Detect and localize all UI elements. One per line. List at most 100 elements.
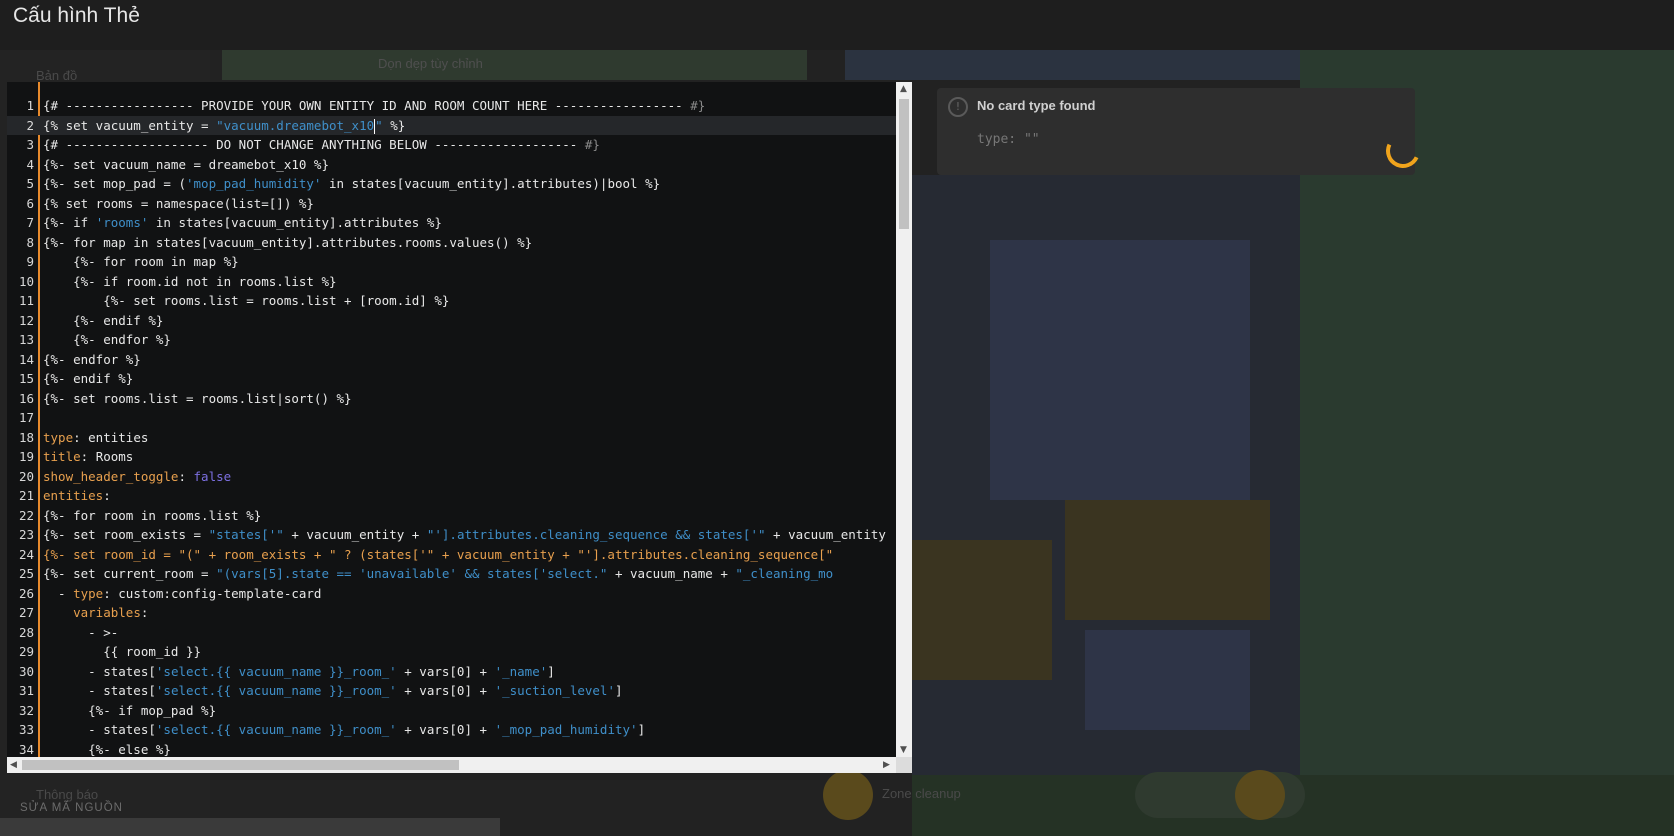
vertical-scroll-thumb[interactable] bbox=[899, 99, 909, 229]
scroll-down-icon[interactable]: ▼ bbox=[900, 745, 907, 755]
code-text[interactable]: {# ----------------- PROVIDE YOUR OWN EN… bbox=[43, 96, 705, 116]
code-text[interactable]: {%- set rooms.list = rooms.list|sort() %… bbox=[43, 389, 352, 409]
code-line[interactable]: 15 {%- endif %} bbox=[7, 369, 896, 389]
code-line[interactable]: 2 {% set vacuum_entity = "vacuum.dreamebo… bbox=[7, 115, 896, 136]
code-token: {%- for room in map %} bbox=[43, 254, 239, 269]
code-text[interactable]: {%- set current_room = "(vars[5].state =… bbox=[43, 564, 833, 584]
code-token: + vacuum_entity + bbox=[283, 527, 427, 542]
code-line[interactable]: 33 - states['select.{{ vacuum_name }}_ro… bbox=[7, 720, 896, 740]
code-token: - bbox=[43, 585, 74, 601]
code-text[interactable]: - states['select.{{ vacuum_name }}_room_… bbox=[43, 681, 623, 701]
code-editor[interactable]: 1 {# ----------------- PROVIDE YOUR OWN E… bbox=[7, 82, 912, 773]
code-text[interactable]: {{ room_id }} bbox=[43, 642, 201, 662]
code-token: {% set vacuum_entity = bbox=[43, 117, 217, 133]
code-line[interactable]: 6 {% set rooms = namespace(list=[]) %} bbox=[7, 194, 896, 214]
code-token: '_mop_pad_humidity' bbox=[494, 722, 638, 737]
code-line[interactable]: 25 {%- set current_room = "(vars[5].state… bbox=[7, 564, 896, 584]
code-text[interactable]: {%- set room_exists = "states['" + vacuu… bbox=[43, 525, 886, 545]
code-text[interactable]: {%- set rooms.list = rooms.list + [room.… bbox=[43, 291, 449, 311]
code-text[interactable]: {%- for room in rooms.list %} bbox=[43, 506, 261, 526]
code-text[interactable]: variables: bbox=[43, 603, 148, 623]
code-line[interactable]: 21 entities: bbox=[7, 486, 896, 506]
code-text[interactable]: {%- endif %} bbox=[43, 369, 133, 389]
scroll-right-icon[interactable]: ▶ bbox=[883, 760, 890, 770]
code-text[interactable]: - type: custom:config-template-card bbox=[43, 584, 321, 604]
code-line[interactable]: 12 {%- endif %} bbox=[7, 311, 896, 331]
code-line[interactable]: 29 {{ room_id }} bbox=[7, 642, 896, 662]
edit-source-button[interactable]: SỬA MÃ NGUỒN bbox=[20, 802, 123, 814]
code-token: {%- if bbox=[43, 215, 96, 230]
code-token: variables bbox=[73, 605, 141, 620]
code-text[interactable]: {# ------------------- DO NOT CHANGE ANY… bbox=[43, 135, 600, 155]
code-text[interactable]: {%- endfor %} bbox=[43, 330, 171, 350]
code-text[interactable]: type: entities bbox=[43, 428, 148, 448]
code-line[interactable]: 14 {%- endfor %} bbox=[7, 350, 896, 370]
code-line[interactable]: 1 {# ----------------- PROVIDE YOUR OWN E… bbox=[7, 96, 896, 116]
code-line[interactable]: 5 {%- set mop_pad = ('mop_pad_humidity' i… bbox=[7, 174, 896, 194]
code-token: {%- endif %} bbox=[43, 371, 134, 386]
code-line[interactable]: 3 {# ------------------- DO NOT CHANGE AN… bbox=[7, 135, 896, 155]
code-line[interactable]: 8 {%- for map in states[vacuum_entity].at… bbox=[7, 233, 896, 253]
code-line[interactable]: 23 {%- set room_exists = "states['" + vac… bbox=[7, 525, 896, 545]
code-line[interactable]: 10 {%- if room.id not in rooms.list %} bbox=[7, 272, 896, 292]
code-text[interactable]: - states['select.{{ vacuum_name }}_room_… bbox=[43, 662, 555, 682]
code-line[interactable]: 28 - >- bbox=[7, 623, 896, 643]
code-line[interactable]: 32 {%- if mop_pad %} bbox=[7, 701, 896, 721]
code-token: 'rooms' bbox=[95, 215, 149, 230]
code-text[interactable]: title: Rooms bbox=[43, 447, 133, 467]
code-text[interactable]: {%- if 'rooms' in states[vacuum_entity].… bbox=[43, 213, 442, 233]
code-line[interactable]: 9 {%- for room in map %} bbox=[7, 252, 896, 272]
code-text[interactable]: show_header_toggle: false bbox=[43, 467, 231, 487]
code-token: ] bbox=[614, 683, 623, 698]
code-line[interactable]: 19 title: Rooms bbox=[7, 447, 896, 467]
code-text[interactable]: {%- if mop_pad %} bbox=[43, 701, 216, 721]
code-line[interactable]: 26 - type: custom:config-template-card bbox=[7, 584, 896, 604]
dialog-header: Cấu hình Thẻ bbox=[0, 0, 1674, 50]
code-token: '_name' bbox=[494, 663, 548, 679]
code-text[interactable]: {%- set mop_pad = ('mop_pad_humidity' in… bbox=[43, 174, 660, 194]
code-text[interactable]: {%- else %} bbox=[43, 740, 171, 758]
code-text[interactable]: {%- endfor %} bbox=[43, 350, 141, 370]
code-token: {{ room_id }} bbox=[43, 644, 202, 659]
code-token: ] bbox=[547, 663, 555, 679]
code-line[interactable]: 18 type: entities bbox=[7, 428, 896, 448]
scroll-left-icon[interactable]: ◀ bbox=[10, 760, 17, 770]
code-line[interactable]: 20 show_header_toggle: false bbox=[7, 467, 896, 487]
code-token: {% set rooms = namespace(list=[]) %} bbox=[43, 195, 314, 211]
code-text[interactable]: - >- bbox=[43, 623, 118, 643]
code-line[interactable]: 22 {%- for room in rooms.list %} bbox=[7, 506, 896, 526]
code-token: "states['" bbox=[208, 527, 284, 542]
code-line[interactable]: 34 {%- else %} bbox=[7, 740, 896, 758]
code-line[interactable]: 4 {%- set vacuum_name = dreamebot_x10 %} bbox=[7, 155, 896, 175]
code-lines[interactable]: 1 {# ----------------- PROVIDE YOUR OWN E… bbox=[7, 96, 896, 757]
code-line[interactable]: 30 - states['select.{{ vacuum_name }}_ro… bbox=[7, 662, 896, 682]
code-text[interactable]: {% set rooms = namespace(list=[]) %} bbox=[43, 194, 314, 214]
play-icon bbox=[1235, 770, 1285, 820]
code-line[interactable]: 31 - states['select.{{ vacuum_name }}_ro… bbox=[7, 681, 896, 701]
code-token: + vacuum_name + bbox=[607, 566, 736, 581]
code-text[interactable]: {%- for room in map %} bbox=[43, 252, 239, 272]
code-text[interactable]: - states['select.{{ vacuum_name }}_room_… bbox=[43, 720, 645, 740]
code-text[interactable]: {% set vacuum_entity = "vacuum.dreamebot… bbox=[43, 116, 405, 136]
code-token: "vacuum.dreamebot_x10 bbox=[216, 117, 375, 133]
code-line[interactable]: 17 bbox=[7, 408, 896, 428]
code-text[interactable]: {%- if room.id not in rooms.list %} bbox=[43, 272, 336, 292]
code-line[interactable]: 16 {%- set rooms.list = rooms.list|sort()… bbox=[7, 389, 896, 409]
code-token: show_header_toggle bbox=[43, 468, 179, 484]
code-area[interactable]: 1 {# ----------------- PROVIDE YOUR OWN E… bbox=[7, 82, 896, 757]
code-text[interactable]: {%- for map in states[vacuum_entity].att… bbox=[43, 233, 532, 253]
code-line[interactable]: 27 variables: bbox=[7, 603, 896, 623]
code-text[interactable]: {%- set room_id = "(" + room_exists + " … bbox=[43, 545, 833, 565]
code-text[interactable]: {%- set vacuum_name = dreamebot_x10 %} bbox=[43, 155, 329, 175]
line-number: 17 bbox=[18, 410, 34, 425]
code-text[interactable]: {%- endif %} bbox=[43, 311, 163, 331]
code-text[interactable]: entities: bbox=[43, 486, 111, 506]
code-line[interactable]: 7 {%- if 'rooms' in states[vacuum_entity]… bbox=[7, 213, 896, 233]
vertical-scrollbar[interactable]: ▲ ▼ bbox=[896, 82, 912, 757]
code-line[interactable]: 11 {%- set rooms.list = rooms.list + [ro… bbox=[7, 291, 896, 311]
horizontal-scroll-thumb[interactable] bbox=[22, 760, 459, 770]
code-line[interactable]: 13 {%- endfor %} bbox=[7, 330, 896, 350]
code-line[interactable]: 24 {%- set room_id = "(" + room_exists + … bbox=[7, 545, 896, 565]
horizontal-scrollbar[interactable]: ◀ ▶ bbox=[7, 757, 896, 773]
scroll-up-icon[interactable]: ▲ bbox=[900, 84, 907, 94]
